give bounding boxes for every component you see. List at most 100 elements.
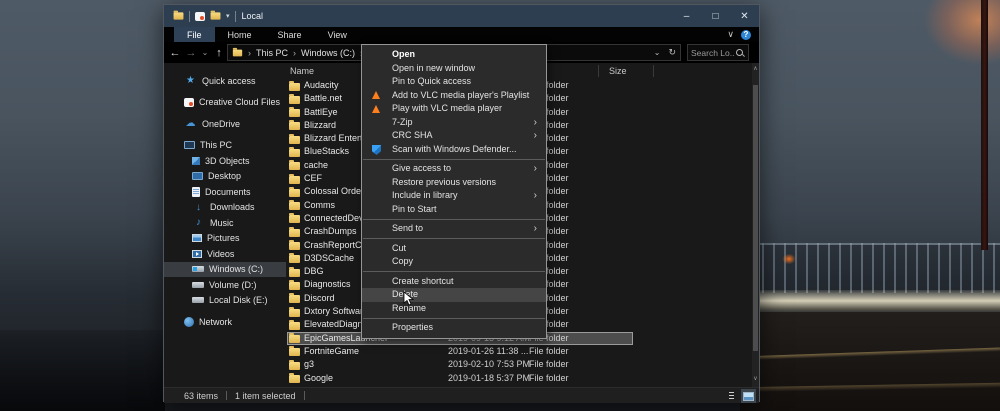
- sidebar-item-windows-c[interactable]: Windows (C:): [164, 262, 286, 278]
- sidebar-item-volume-d[interactable]: Volume (D:): [164, 277, 286, 293]
- file-row-g3[interactable]: g32019-02-10 7:53 PMFile folder: [286, 358, 759, 371]
- sidebar-item-pictures[interactable]: Pictures: [164, 231, 286, 247]
- star-icon: ★: [184, 75, 197, 86]
- sidebar-item-label: OneDrive: [202, 119, 240, 129]
- cloud-icon: ☁: [184, 118, 197, 129]
- qat-dropdown-icon[interactable]: ▾: [226, 12, 230, 20]
- column-divider[interactable]: [598, 65, 599, 77]
- context-menu: OpenOpen in new windowPin to Quick acces…: [361, 44, 547, 339]
- folder-icon[interactable]: [211, 12, 221, 19]
- network-icon: [184, 317, 194, 327]
- menu-item-add-to-vlc-media-player-s-playlist[interactable]: Add to VLC media player's Playlist: [362, 89, 546, 103]
- sidebar-item-network[interactable]: Network: [164, 314, 286, 330]
- title-bar[interactable]: ▾ Local – □ ✕: [164, 5, 759, 27]
- menu-separator: [363, 219, 545, 220]
- back-button[interactable]: ←: [167, 47, 183, 59]
- up-button[interactable]: ↑: [211, 47, 227, 59]
- folder-icon: [289, 255, 300, 263]
- menu-item-properties[interactable]: Properties: [362, 321, 546, 335]
- scrollbar-thumb[interactable]: [753, 85, 758, 351]
- folder-icon: [289, 136, 300, 144]
- scroll-down-icon[interactable]: ∨: [752, 373, 759, 385]
- menu-item-play-with-vlc-media-player[interactable]: Play with VLC media player: [362, 102, 546, 116]
- menu-item-crc-sha[interactable]: CRC SHA›: [362, 129, 546, 143]
- file-row-google[interactable]: Google2019-01-18 5:37 PMFile folder: [286, 372, 759, 385]
- search-box[interactable]: [687, 44, 749, 61]
- status-separator: [226, 391, 227, 400]
- menu-item-label: Send to: [392, 223, 423, 233]
- sidebar-item-label: This PC: [200, 140, 232, 150]
- help-icon[interactable]: ?: [741, 30, 751, 40]
- vlc-icon: [372, 91, 380, 99]
- sidebar-items: ★Quick access Creative Cloud Files ☁ OneDri…: [164, 73, 286, 330]
- sidebar-item-downloads[interactable]: ↓Downloads: [164, 200, 286, 216]
- search-input[interactable]: [691, 48, 735, 58]
- menu-item-cut[interactable]: Cut: [362, 242, 546, 256]
- menu-item-copy[interactable]: Copy: [362, 255, 546, 269]
- folder-icon: [289, 202, 300, 210]
- menu-item-pin-to-quick-access[interactable]: Pin to Quick access: [362, 75, 546, 89]
- sidebar-item-local-disk-e[interactable]: Local Disk (E:): [164, 293, 286, 309]
- sidebar-item-documents[interactable]: Documents: [164, 184, 286, 200]
- sidebar-item-desktop[interactable]: Desktop: [164, 169, 286, 185]
- details-view-button[interactable]: [724, 389, 739, 403]
- menu-item-create-shortcut[interactable]: Create shortcut: [362, 275, 546, 289]
- menu-item-label: Cut: [392, 243, 406, 253]
- vertical-scrollbar[interactable]: ∧ ∨: [752, 63, 759, 387]
- menu-item-restore-previous-versions[interactable]: Restore previous versions: [362, 176, 546, 190]
- ribbon-right-controls: ∨ ?: [727, 27, 751, 42]
- tab-home[interactable]: Home: [215, 27, 265, 42]
- sidebar-item-this-pc[interactable]: This PC: [164, 138, 286, 154]
- wallpaper-orange-light: [780, 252, 798, 266]
- sidebar-item-videos[interactable]: Videos: [164, 246, 286, 262]
- menu-item-pin-to-start[interactable]: Pin to Start: [362, 203, 546, 217]
- file-name: Diagnostics: [304, 278, 351, 291]
- forward-button[interactable]: →: [183, 47, 199, 59]
- recent-locations-icon[interactable]: ⌄: [199, 48, 211, 57]
- menu-item-rename[interactable]: Rename: [362, 302, 546, 316]
- sidebar-item-quick-access[interactable]: ★Quick access: [164, 73, 286, 89]
- menu-item-delete[interactable]: Delete: [362, 288, 546, 302]
- maximize-button[interactable]: □: [701, 5, 730, 27]
- sidebar-item-onedrive[interactable]: ☁ OneDrive: [164, 116, 286, 132]
- sidebar-item-3d-objects[interactable]: 3D Objects: [164, 153, 286, 169]
- column-header-size[interactable]: Size: [609, 66, 627, 76]
- menu-item-label: Scan with Windows Defender...: [392, 144, 517, 154]
- menu-item-include-in-library[interactable]: Include in library›: [362, 189, 546, 203]
- column-header-name[interactable]: Name: [290, 66, 314, 76]
- column-divider[interactable]: [653, 65, 654, 77]
- minimize-button[interactable]: –: [672, 5, 701, 27]
- refresh-icon[interactable]: ↻: [668, 47, 676, 58]
- items-count: 63 items: [184, 391, 218, 401]
- tab-file[interactable]: File: [174, 27, 215, 42]
- scroll-up-icon[interactable]: ∧: [752, 63, 759, 75]
- menu-item-open-in-new-window[interactable]: Open in new window: [362, 62, 546, 76]
- search-icon: [735, 48, 745, 58]
- drive-icon: [192, 282, 204, 288]
- menu-item-label: Copy: [392, 256, 413, 266]
- menu-item-open[interactable]: Open: [362, 48, 546, 62]
- qat-properties-icon[interactable]: [195, 12, 205, 21]
- tab-share[interactable]: Share: [265, 27, 315, 42]
- menu-item-scan-with-windows-defender[interactable]: Scan with Windows Defender...: [362, 143, 546, 157]
- tab-view[interactable]: View: [315, 27, 360, 42]
- folder-icon: [289, 335, 300, 343]
- address-dropdown-icon[interactable]: ⌄: [654, 48, 661, 57]
- menu-item-give-access-to[interactable]: Give access to›: [362, 162, 546, 176]
- close-button[interactable]: ✕: [730, 5, 759, 27]
- menu-item-7-zip[interactable]: 7-Zip›: [362, 116, 546, 130]
- breadcrumb-windows-c[interactable]: Windows (C:): [301, 48, 355, 58]
- folder-icon: [289, 122, 300, 130]
- sidebar-item-creative-cloud-files[interactable]: Creative Cloud Files: [164, 95, 286, 111]
- file-name: Colossal Order: [304, 185, 364, 198]
- menu-separator: [363, 271, 545, 272]
- ribbon-collapse-icon[interactable]: ∨: [727, 29, 734, 40]
- breadcrumb-this-pc[interactable]: This PC: [256, 48, 288, 58]
- file-row-fortnitegame[interactable]: FortniteGame2019-01-26 11:38 ...File fol…: [286, 345, 759, 358]
- folder-icon: [174, 12, 184, 19]
- menu-item-send-to[interactable]: Send to ›: [362, 222, 546, 236]
- view-buttons: [724, 389, 756, 403]
- thumbnails-view-button[interactable]: [741, 389, 756, 403]
- sidebar-item-music[interactable]: ♪Music: [164, 215, 286, 231]
- submenu-arrow-icon: ›: [534, 222, 537, 236]
